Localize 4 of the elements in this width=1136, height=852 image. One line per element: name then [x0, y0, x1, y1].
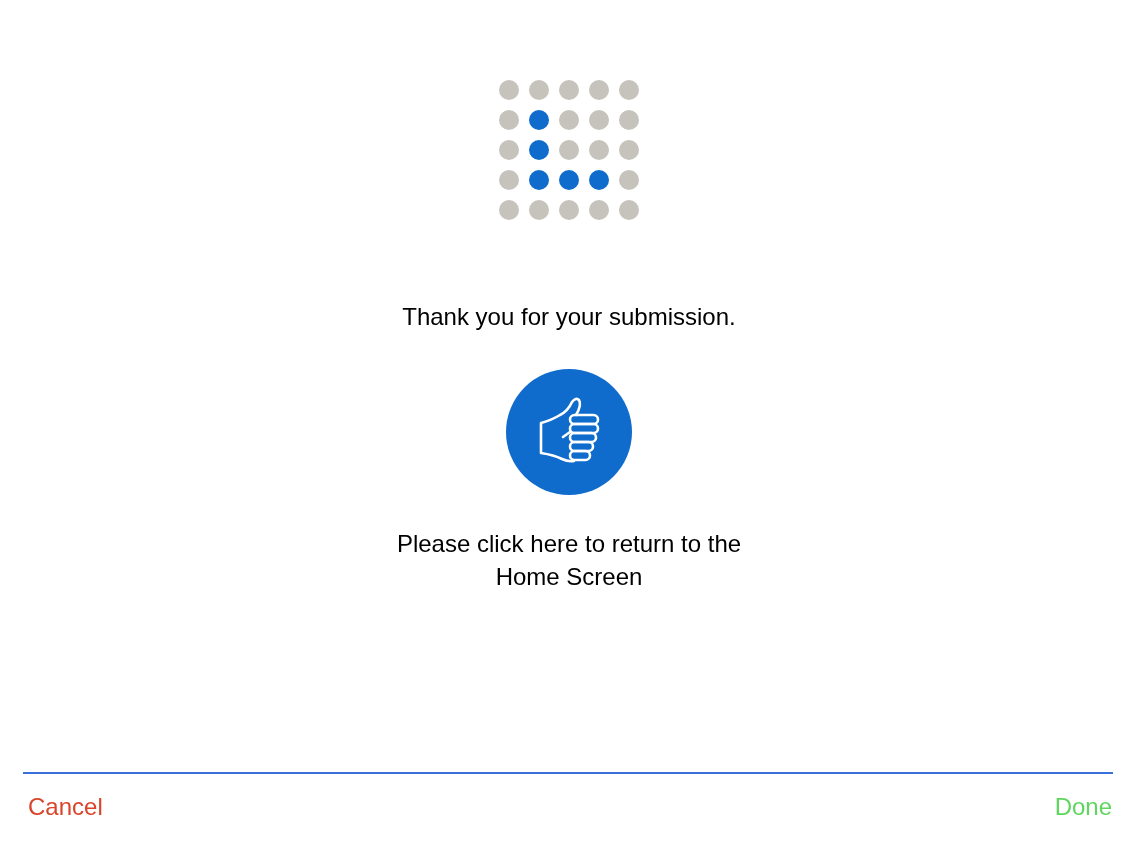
- confirmation-message: Thank you for your submission.: [402, 303, 736, 331]
- cancel-button[interactable]: Cancel: [26, 792, 105, 822]
- return-home-link[interactable]: Please click here to return to the Home Screen: [393, 527, 745, 593]
- thumbs-up-icon: [506, 369, 632, 495]
